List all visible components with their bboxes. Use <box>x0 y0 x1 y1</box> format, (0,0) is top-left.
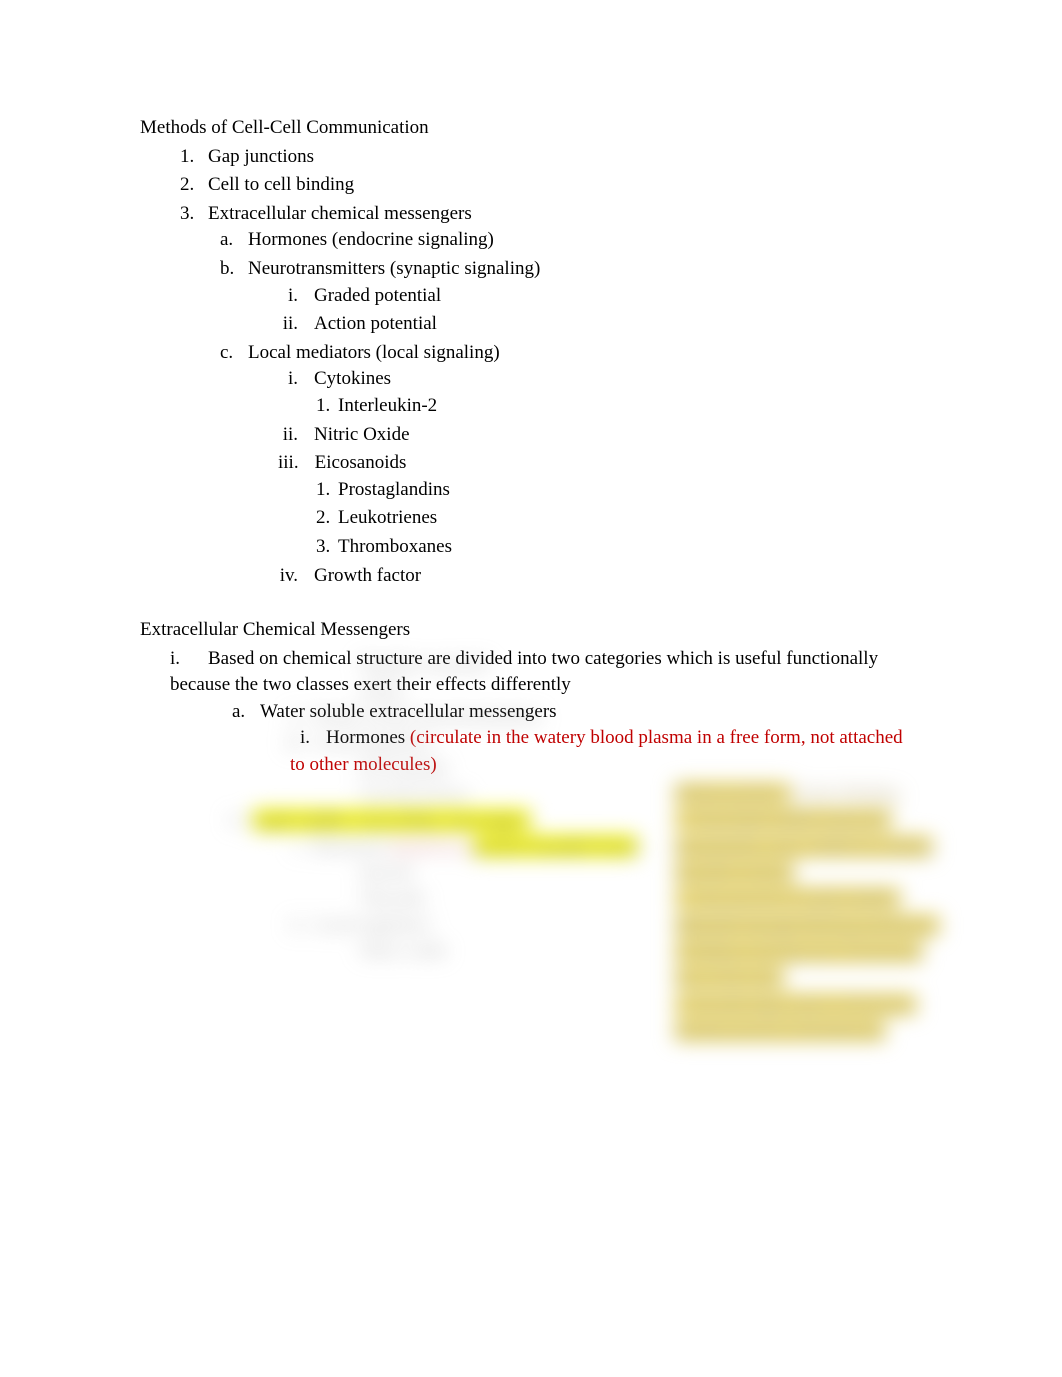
blurred-content: Peptide or protein amine ii. Nearly all … <box>270 633 970 1163</box>
side-item: 1. Keep lipid soluble molecules permanen… <box>675 807 945 886</box>
section1-list: 1.Gap junctions 2.Cell to cell binding 3… <box>140 144 922 590</box>
blur-line: Nitric oxide <box>360 937 446 964</box>
list-item: 1.Prostaglandins <box>316 477 922 504</box>
blur-line: b. Lipid soluble extracellular messenger… <box>230 807 530 834</box>
blur-line: Steroid <box>360 859 412 886</box>
side-item: 2. Also prevent of Lipid solubles diffus… <box>675 886 945 991</box>
sublist: i.Cytokines 1.Interleukin-2 ii.Nitric Ox… <box>220 366 922 589</box>
sublist: 1.Interleukin-2 <box>278 393 922 420</box>
side-item: 3. Provide large source of hormone alrea… <box>675 992 945 1045</box>
list-item: i.Cytokines 1.Interleukin-2 <box>278 366 922 419</box>
sublist: 1.Prostaglandins 2.Leukotrienes 3.Thromb… <box>278 477 922 561</box>
side-header: Plasma proteins & their Binding: <box>675 781 945 807</box>
list-item: 1.Gap junctions <box>180 144 922 171</box>
list-item: a.Hormones (endocrine signaling) <box>220 227 922 254</box>
list-item: iii.Eicosanoids 1.Prostaglandins 2.Leuko… <box>278 450 922 560</box>
section1-title: Methods of Cell-Cell Communication <box>140 115 922 142</box>
sublist: a.Hormones (endocrine signaling) b.Neuro… <box>180 227 922 589</box>
list-item: iv.Growth factor <box>278 563 922 590</box>
list-item: 2.Cell to cell binding <box>180 172 922 199</box>
blur-line: amine <box>360 677 404 704</box>
blur-line: Growth factors <box>360 781 468 808</box>
list-item: i.Graded potential <box>278 283 922 310</box>
list-item: c.Local mediators (local signaling) i.Cy… <box>220 340 922 589</box>
list-item: 1.Interleukin-2 <box>316 393 922 420</box>
list-item: b.Neurotransmitters (synaptic signaling)… <box>220 256 922 338</box>
list-item: 2.Leukotrienes <box>316 505 922 532</box>
blur-line: ii. Local regulators <box>290 911 431 938</box>
blur-line: Eicosanoids <box>360 755 447 782</box>
blur-line: Peptide or protein <box>360 651 489 678</box>
blur-line: i. Hormones (travel in a protein bounded… <box>294 833 637 860</box>
blur-line: iii. Local regulators <box>286 729 432 756</box>
list-item: ii.Nitric Oxide <box>278 422 922 449</box>
list-item: 3.Extracellular chemical messengers a.Ho… <box>180 201 922 589</box>
side-box: Plasma proteins & their Binding: 1. Keep… <box>675 781 945 1044</box>
list-item: 3.Thromboxanes <box>316 534 922 561</box>
blur-line: Thyroids <box>360 885 425 912</box>
sublist: i.Graded potential ii.Action potential <box>220 283 922 338</box>
blur-line: ii. Nearly all the neurotransmitters <box>290 703 542 730</box>
list-item: ii.Action potential <box>278 311 922 338</box>
